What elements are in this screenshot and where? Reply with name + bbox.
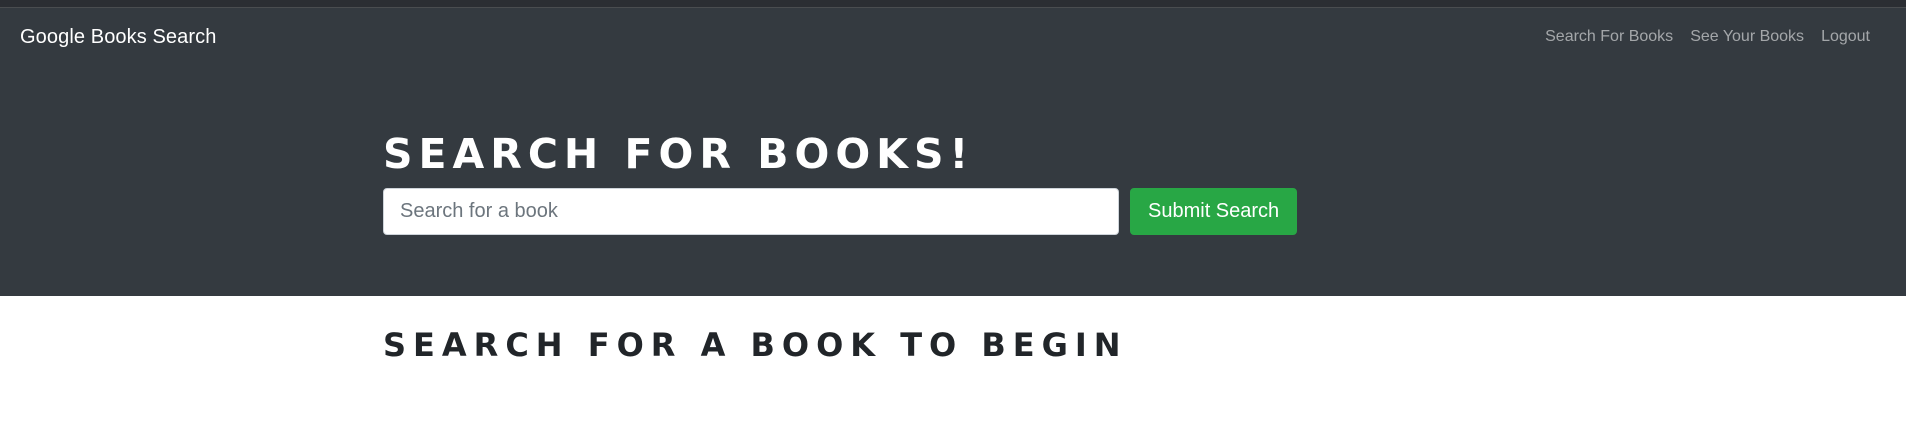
nav-links: Search For Books See Your Books Logout [1528,28,1870,46]
results-section: Search for a book to begin [383,296,1523,364]
navbar: Google Books Search Search For Books See… [0,8,1906,66]
search-input[interactable] [383,188,1119,235]
hero-section: Search for Books! Submit Search [383,66,1523,235]
window-top-strip [0,0,1906,8]
submit-search-button[interactable]: Submit Search [1130,188,1298,235]
nav-link-see-your-books[interactable]: See Your Books [1690,28,1804,46]
search-form: Submit Search [383,188,1523,235]
brand-link[interactable]: Google Books Search [20,26,216,49]
results-heading: Search for a book to begin [383,326,1128,364]
header-band: Google Books Search Search For Books See… [0,8,1906,296]
nav-link-logout[interactable]: Logout [1821,28,1870,46]
hero-title: Search for Books! [383,130,975,178]
nav-link-search-for-books[interactable]: Search For Books [1545,28,1673,46]
